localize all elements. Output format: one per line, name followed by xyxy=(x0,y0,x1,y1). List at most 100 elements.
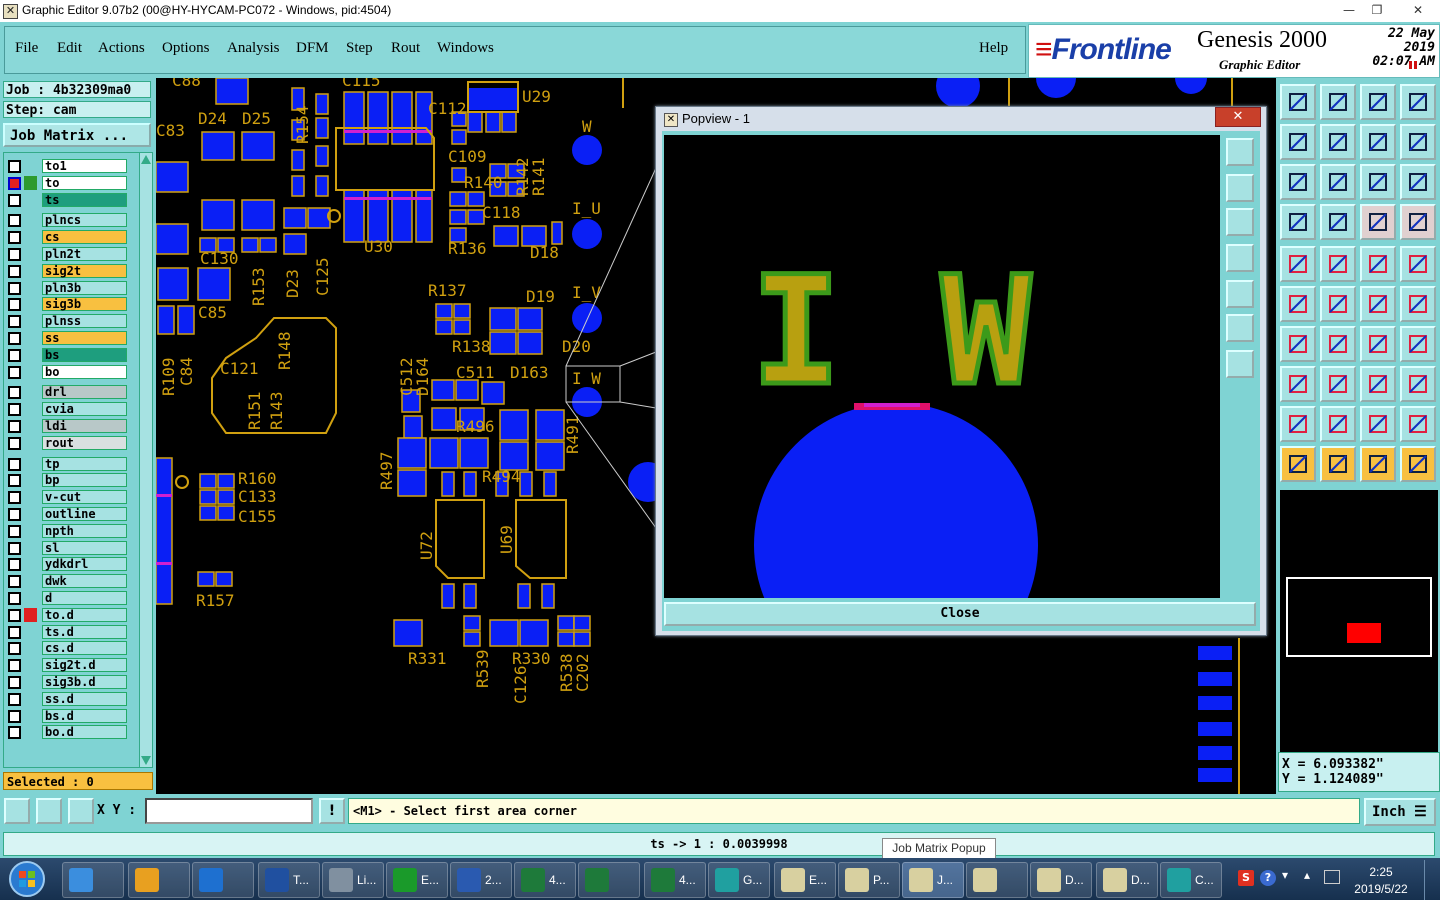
layer-checkbox[interactable] xyxy=(8,659,21,673)
layer-checkbox[interactable] xyxy=(8,491,21,505)
layer-row-cs-d[interactable]: cs.d xyxy=(6,641,136,656)
layer-row-pln2t[interactable]: pln2t xyxy=(6,247,136,262)
layer-row-cvia[interactable]: cvia xyxy=(6,402,136,417)
taskbar-item-6[interactable]: E... xyxy=(386,862,448,898)
layer-name[interactable]: tp xyxy=(42,456,127,471)
layer-row-to-d[interactable]: to.d xyxy=(6,607,136,623)
layer-checkbox[interactable] xyxy=(8,726,21,740)
pop-zoom-tool-1[interactable] xyxy=(1226,138,1254,166)
layer-checkbox[interactable] xyxy=(8,642,21,656)
layer-name[interactable]: cvia xyxy=(42,402,127,417)
layer-name[interactable]: ldi xyxy=(42,419,127,433)
layer-name[interactable]: cs.d xyxy=(42,641,127,656)
circle-icon[interactable] xyxy=(1400,246,1436,282)
arc2-icon[interactable] xyxy=(1400,286,1436,322)
popview-close-button[interactable]: Close xyxy=(664,602,1256,626)
layer-name[interactable]: plnss xyxy=(42,314,127,329)
layer-checkbox[interactable] xyxy=(8,193,21,207)
taskbar-item-17[interactable]: D... xyxy=(1096,862,1158,898)
layer-name[interactable]: ss xyxy=(42,331,127,345)
line-icon[interactable] xyxy=(1320,246,1356,282)
layer-row-cs[interactable]: cs xyxy=(6,230,136,245)
layer-checkbox[interactable] xyxy=(8,248,21,261)
layer-row-bo[interactable]: bo xyxy=(6,364,136,380)
layer-name[interactable]: drl xyxy=(42,385,127,400)
taskbar-item-3[interactable] xyxy=(192,862,254,898)
pop-zoom-tool-6[interactable] xyxy=(1226,314,1254,342)
layer-name[interactable]: bs.d xyxy=(42,708,127,723)
tray-arrow-icon[interactable]: ▴ xyxy=(1304,868,1310,882)
rotate-icon[interactable] xyxy=(1360,326,1396,362)
layer-checkbox[interactable] xyxy=(8,176,21,190)
layer-name[interactable]: cs xyxy=(42,230,127,245)
taskbar-item-11[interactable]: G... xyxy=(708,862,770,898)
layer-name[interactable]: sig2t.d xyxy=(42,658,127,673)
layer-name[interactable]: pln2t xyxy=(42,247,127,261)
layer-row-d[interactable]: d xyxy=(6,591,136,606)
layer-name[interactable]: outline xyxy=(42,507,127,521)
layer-list-scrollbar[interactable] xyxy=(139,152,153,768)
tray-network-icon[interactable]: ▾ xyxy=(1282,868,1288,882)
taskbar-item-15[interactable] xyxy=(966,862,1028,898)
layout-icon[interactable] xyxy=(1400,84,1436,120)
flip-icon[interactable] xyxy=(1400,124,1436,160)
save-icon[interactable] xyxy=(1320,84,1356,120)
grid-tool-button[interactable] xyxy=(68,798,94,824)
layer-name[interactable]: ts xyxy=(42,192,127,207)
layer-name[interactable]: bo.d xyxy=(42,725,127,740)
menu-edit[interactable]: Edit xyxy=(57,40,82,57)
layer-row-drl[interactable]: drl xyxy=(6,385,136,400)
layer-checkbox[interactable] xyxy=(8,474,21,488)
layer-row-to1[interactable]: to1 xyxy=(6,159,136,174)
layer-row-sig3b[interactable]: sig3b xyxy=(6,297,136,312)
shapes-icon[interactable] xyxy=(1400,366,1436,402)
layer-checkbox[interactable] xyxy=(8,436,21,450)
layer-name[interactable]: ydkdrl xyxy=(42,557,127,572)
layer-row-plnss[interactable]: plnss xyxy=(6,314,136,329)
menu-file[interactable]: File xyxy=(15,40,38,57)
layer-name[interactable]: sl xyxy=(42,540,127,555)
window-close-button[interactable]: ✕ xyxy=(1400,1,1436,19)
layer-row-pln3b[interactable]: pln3b xyxy=(6,280,136,296)
move-left-icon[interactable] xyxy=(1280,124,1316,160)
taskbar-item-10[interactable]: 4... xyxy=(644,862,706,898)
taskbar-item-2[interactable] xyxy=(128,862,190,898)
pop-zoom-tool-4[interactable] xyxy=(1226,244,1254,272)
help-icon[interactable] xyxy=(1400,164,1436,200)
layer-checkbox[interactable] xyxy=(8,315,21,329)
open-step-icon[interactable] xyxy=(1280,84,1316,120)
layer-row-dwk[interactable]: dwk xyxy=(6,574,136,589)
layer-checkbox[interactable] xyxy=(8,281,21,295)
layer-name[interactable]: ts.d xyxy=(42,624,127,639)
fit-icon[interactable] xyxy=(1280,164,1316,200)
popview-canvas[interactable]: I W xyxy=(664,135,1220,687)
triangle4-icon[interactable] xyxy=(1400,406,1436,442)
layer-name[interactable]: bp xyxy=(42,473,127,488)
arc-icon[interactable] xyxy=(1360,286,1396,322)
layer-checkbox[interactable] xyxy=(8,692,21,706)
layer-checkbox[interactable] xyxy=(8,558,21,572)
layer-checkbox[interactable] xyxy=(8,420,21,433)
layer-row-ydkdrl[interactable]: ydkdrl xyxy=(6,557,136,572)
grid-red-icon[interactable] xyxy=(1400,204,1436,240)
select4-icon[interactable] xyxy=(1400,446,1436,482)
layer-name[interactable]: d xyxy=(42,591,127,605)
layer-checkbox[interactable] xyxy=(8,365,21,379)
layer-name[interactable]: ss.d xyxy=(42,691,127,706)
select-icon[interactable] xyxy=(1280,446,1316,482)
warning-button[interactable]: ! xyxy=(319,798,345,824)
pen-icon[interactable] xyxy=(1280,204,1316,240)
layer-row-bs-d[interactable]: bs.d xyxy=(6,708,136,724)
taskbar-clock[interactable]: 2:25 2019/5/22 xyxy=(1348,864,1414,898)
select2-icon[interactable] xyxy=(1320,446,1356,482)
layer-checkbox[interactable] xyxy=(8,403,21,417)
cut-icon[interactable] xyxy=(1320,204,1356,240)
line2-icon[interactable] xyxy=(1320,326,1356,362)
layer-row-sl[interactable]: sl xyxy=(6,540,136,556)
cross-icon[interactable] xyxy=(1320,286,1356,322)
layer-checkbox[interactable] xyxy=(8,575,21,589)
layer-name[interactable]: bo xyxy=(42,364,127,379)
measure-tool-button[interactable] xyxy=(36,798,62,824)
triangle3-icon[interactable] xyxy=(1360,406,1396,442)
layer-name[interactable]: to1 xyxy=(42,159,127,173)
